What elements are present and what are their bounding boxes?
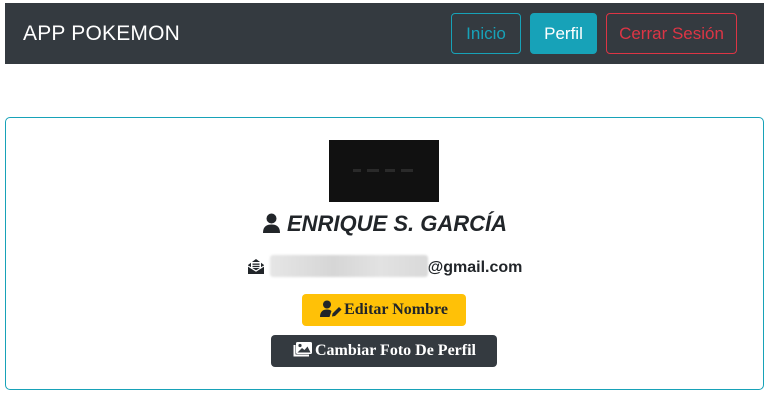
inicio-button[interactable]: Inicio <box>451 13 521 54</box>
profile-card: ENRIQUE S. GARCÍA @gmail.com Editar Nomb… <box>5 117 764 390</box>
logout-button[interactable]: Cerrar Sesión <box>606 13 737 54</box>
profile-name: ENRIQUE S. GARCÍA <box>286 211 508 236</box>
envelope-open-icon <box>247 259 264 274</box>
edit-name-label: Editar Nombre <box>344 301 448 318</box>
profile-photo <box>329 140 439 202</box>
app-brand[interactable]: APP POKEMON <box>23 22 180 46</box>
profile-email-row: @gmail.com <box>6 255 763 277</box>
edit-name-button[interactable]: Editar Nombre <box>302 294 466 326</box>
change-photo-label: Cambiar Foto De Perfil <box>315 342 476 359</box>
profile-name-row: ENRIQUE S. GARCÍA <box>6 211 763 237</box>
change-photo-button[interactable]: Cambiar Foto De Perfil <box>271 335 497 367</box>
email-redacted <box>269 255 428 277</box>
profile-email-suffix: @gmail.com <box>427 259 523 276</box>
perfil-button[interactable]: Perfil <box>530 13 597 54</box>
navbar: APP POKEMON Inicio Perfil Cerrar Sesión <box>5 3 764 64</box>
user-edit-icon <box>320 300 342 317</box>
images-icon <box>293 342 312 357</box>
user-icon <box>262 213 280 233</box>
